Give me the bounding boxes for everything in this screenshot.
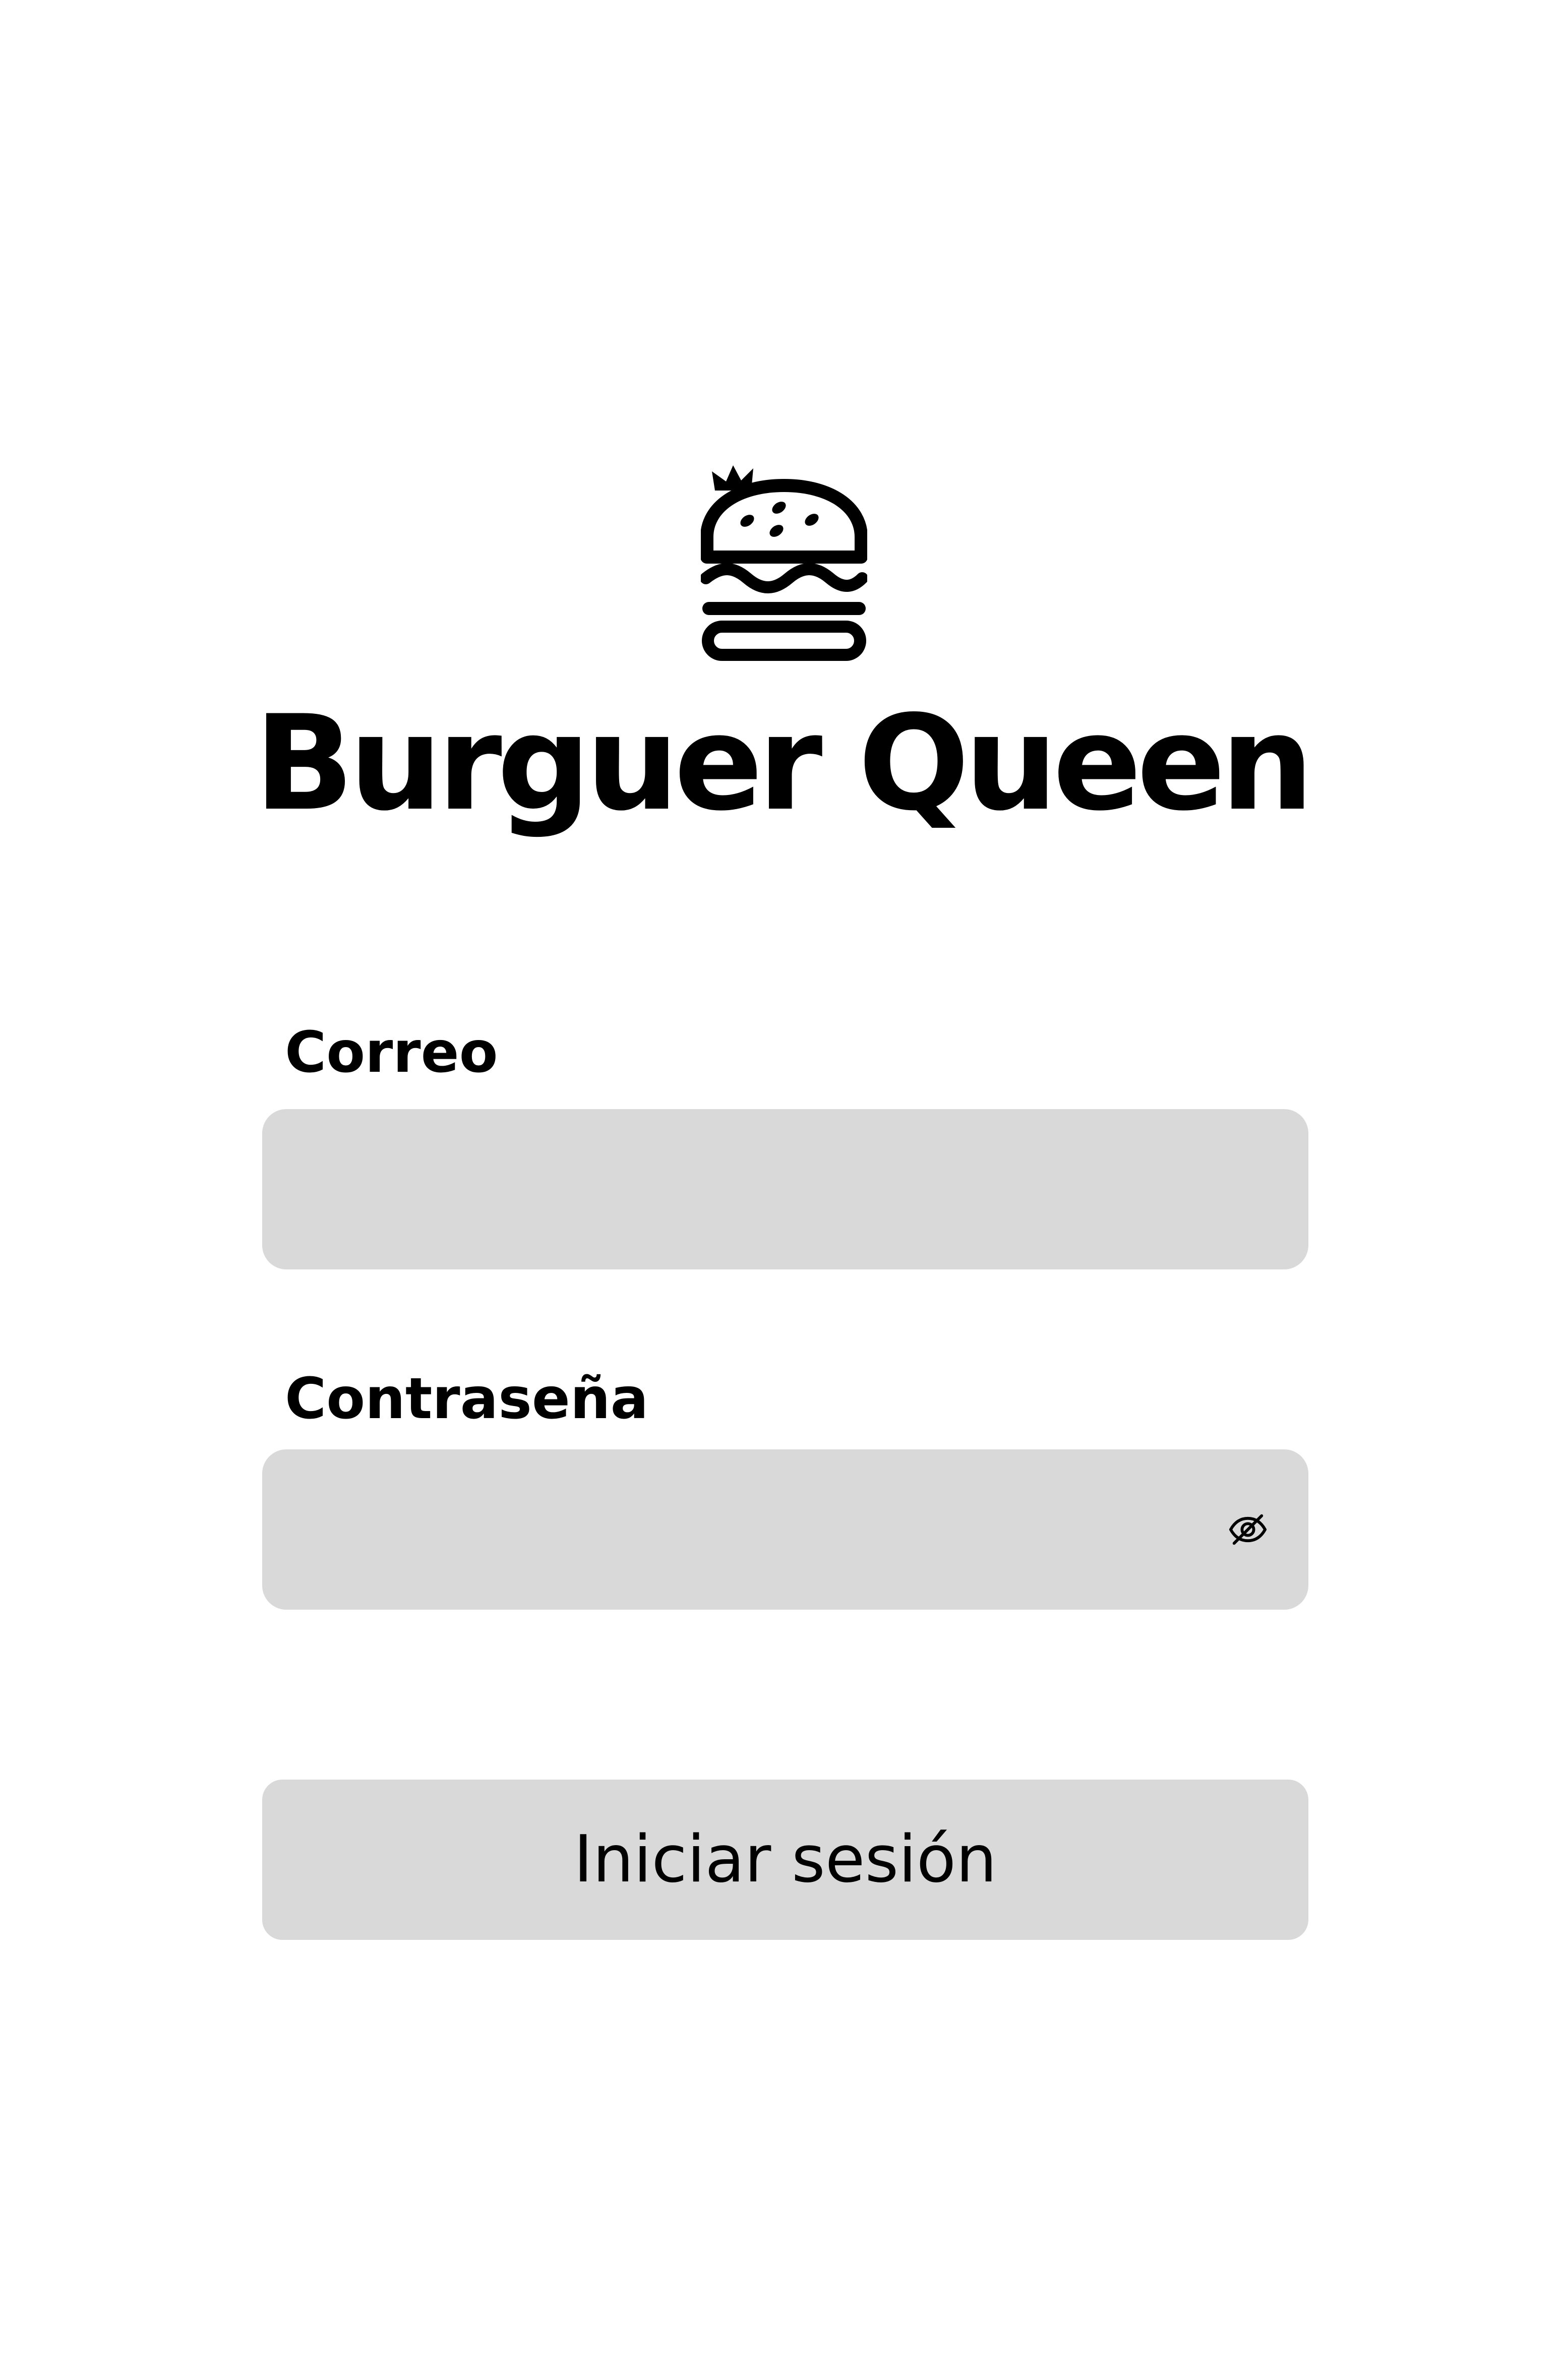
email-field-container <box>262 1109 1308 1269</box>
password-label: Contraseña <box>285 1366 649 1432</box>
password-field-container <box>262 1449 1308 1610</box>
email-label: Correo <box>285 1020 498 1085</box>
toggle-password-visibility-button[interactable] <box>1220 1502 1276 1557</box>
crowned-burger-icon <box>701 465 867 661</box>
email-input[interactable] <box>292 1109 1240 1269</box>
eye-slash-icon <box>1229 1514 1267 1545</box>
login-submit-button[interactable]: Iniciar sesión <box>262 1780 1308 1940</box>
brand-title: Burguer Queen <box>254 688 1314 840</box>
password-input[interactable] <box>292 1449 1190 1610</box>
